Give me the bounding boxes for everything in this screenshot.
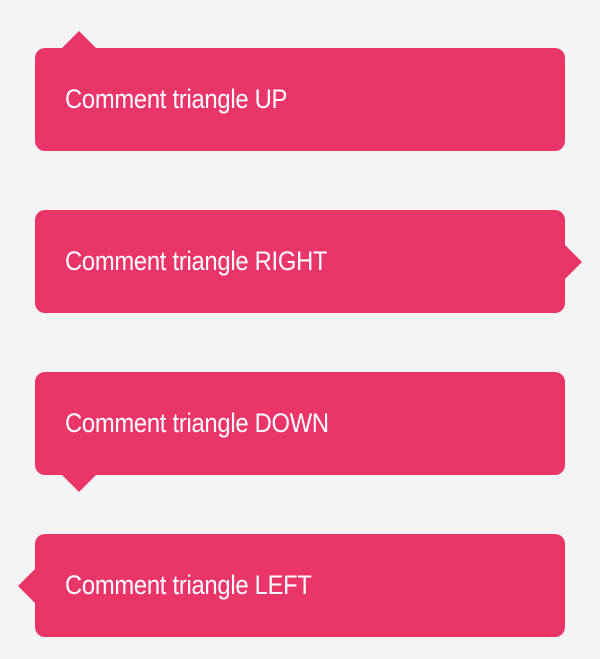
triangle-right-icon — [564, 243, 582, 280]
comment-label-right: Comment triangle RIGHT — [65, 246, 328, 276]
comment-label-up: Comment triangle UP — [65, 84, 288, 114]
comment-bubble-right: Comment triangle RIGHT — [35, 210, 582, 313]
triangle-left-icon — [18, 567, 36, 604]
triangle-down-icon — [61, 474, 97, 492]
comment-bubble-down: Comment triangle DOWN — [35, 372, 565, 492]
triangle-up-icon — [61, 31, 97, 49]
comment-label-left: Comment triangle LEFT — [65, 570, 312, 600]
comment-bubble-up: Comment triangle UP — [35, 31, 565, 151]
comment-label-down: Comment triangle DOWN — [65, 408, 329, 438]
comment-bubble-left: Comment triangle LEFT — [18, 534, 565, 637]
